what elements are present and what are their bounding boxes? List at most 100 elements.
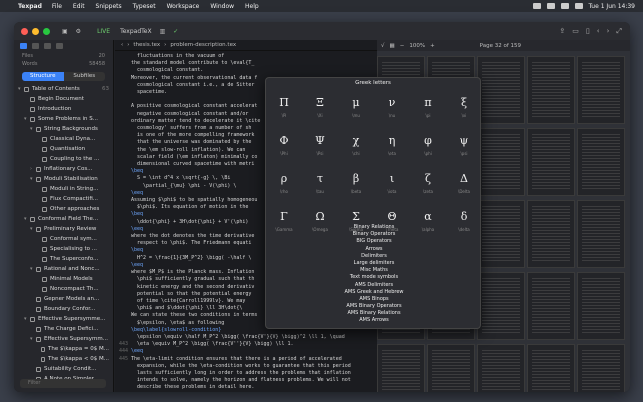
page-thumbnail[interactable]	[577, 128, 625, 196]
outline-item[interactable]: The $\kappa < 0$ M...	[18, 354, 113, 364]
greek-symbol-cell[interactable]: ζ \zeta	[410, 164, 446, 202]
outline-item[interactable]: Begin Document	[18, 94, 113, 104]
sidebar-toggle-icon[interactable]: ▣	[62, 28, 68, 35]
page-thumbnail[interactable]	[527, 272, 575, 340]
greek-symbol-cell[interactable]: Π \Pi	[266, 88, 302, 126]
outline-item[interactable]: Classical Dyna...	[18, 134, 113, 144]
page-thumbnail[interactable]	[527, 200, 575, 268]
settings-icon[interactable]: ⚙	[76, 28, 81, 35]
greek-symbol-cell[interactable]: ρ \rho	[266, 164, 302, 202]
page-thumbnail[interactable]	[477, 272, 525, 340]
back-icon[interactable]: ‹	[597, 27, 600, 36]
page-thumbnail[interactable]	[577, 200, 625, 268]
symbol-category-item[interactable]: Binary Operators	[266, 231, 482, 238]
symbol-category-item[interactable]: AMS Binary Relations	[266, 310, 482, 317]
outline-item[interactable]: Noncompact Th...	[18, 284, 113, 294]
outline-item[interactable]: ▾ Moduli Stabilisation	[18, 174, 113, 184]
page-thumbnail[interactable]	[427, 344, 475, 392]
breadcrumb-root[interactable]: thesis.tex	[133, 42, 160, 48]
page-thumbnail[interactable]	[527, 128, 575, 196]
search-icon[interactable]	[574, 3, 583, 9]
menu-file[interactable]: File	[52, 3, 62, 10]
outline-item[interactable]: ▾ Rational and Nonc...	[18, 264, 113, 274]
page-thumbnail[interactable]	[577, 272, 625, 340]
symbol-category-item[interactable]: AMS Arrows	[266, 317, 482, 324]
outline-item[interactable]: Other approaches	[18, 204, 113, 214]
outline-item[interactable]: ▾ String Backgrounds	[18, 124, 113, 134]
outline-item[interactable]: ▾ Some Problems in S...	[18, 114, 113, 124]
bookmark-icon[interactable]	[44, 43, 51, 49]
greek-symbol-cell[interactable]: τ \tau	[302, 164, 338, 202]
greek-symbol-cell[interactable]: β \beta	[338, 164, 374, 202]
menu-help[interactable]: Help	[245, 3, 259, 10]
outline-item[interactable]: Suitability Condit...	[18, 364, 113, 374]
outline-item[interactable]: Quantisation	[18, 144, 113, 154]
forward-icon[interactable]: ›	[127, 42, 129, 48]
split-icon[interactable]: ▯	[586, 27, 590, 36]
symbol-category-item[interactable]: AMS Binary Operators	[266, 303, 482, 310]
outline-item[interactable]: The $\kappa = 0$ M...	[18, 344, 113, 354]
page-thumbnail[interactable]	[527, 344, 575, 392]
symbol-category-item[interactable]: Large delimiters	[266, 260, 482, 267]
menu-snippets[interactable]: Snippets	[96, 3, 122, 10]
outline-item[interactable]: Boundary Confor...	[18, 304, 113, 314]
greek-symbol-cell[interactable]: ν \nu	[374, 88, 410, 126]
menu-workspace[interactable]: Workspace	[167, 3, 200, 10]
symbol-category-item[interactable]: Misc Maths	[266, 267, 482, 274]
layout-icon[interactable]: ▭	[572, 27, 579, 36]
expand-icon[interactable]: ⤢	[616, 27, 622, 36]
sqrt-icon[interactable]: √	[381, 43, 385, 49]
greek-symbol-cell[interactable]: Ψ \Psi	[302, 126, 338, 164]
greek-symbol-cell[interactable]: φ \phi	[410, 126, 446, 164]
outline-item[interactable]: Moduli in String...	[18, 184, 113, 194]
symbol-category-item[interactable]: BIG Operators	[266, 238, 482, 245]
minimize-button[interactable]	[32, 27, 39, 35]
page-thumbnail[interactable]	[527, 56, 575, 124]
page-thumbnail[interactable]	[477, 56, 525, 124]
back-icon[interactable]: ‹	[121, 42, 123, 48]
greek-symbol-cell[interactable]: η \eta	[374, 126, 410, 164]
outline-item[interactable]: Specialising to ...	[18, 244, 113, 254]
outline-item[interactable]: The Superconfo...	[18, 254, 113, 264]
share-icon[interactable]: ⇪	[559, 27, 565, 36]
outline-item[interactable]: Introduction	[18, 104, 113, 114]
subfiles-tab[interactable]: Subfiles	[64, 72, 106, 81]
outline-item[interactable]: Conformal sym...	[18, 234, 113, 244]
menu-typeset[interactable]: Typeset	[133, 3, 156, 10]
menu-window[interactable]: Window	[210, 3, 234, 10]
symbol-category-item[interactable]: Arrows	[266, 246, 482, 253]
live-indicator[interactable]: LIVE	[97, 28, 110, 35]
zoom-button[interactable]	[43, 27, 50, 35]
app-menu[interactable]: Texpad	[18, 3, 42, 10]
zoom-level[interactable]: 100%	[409, 43, 425, 49]
symbol-category-item[interactable]: AMS Greek and Hebrew	[266, 289, 482, 296]
greek-symbol-cell[interactable]: μ \mu	[338, 88, 374, 126]
outline-item[interactable]: Gepner Models an...	[18, 294, 113, 304]
zoom-in-icon[interactable]: +	[430, 43, 435, 49]
greek-symbol-cell[interactable]: χ \chi	[338, 126, 374, 164]
folder-icon[interactable]	[32, 43, 39, 49]
warning-icon[interactable]	[56, 43, 63, 49]
typeset-icon[interactable]: ▥	[160, 28, 166, 35]
symbol-category-item[interactable]: AMS Binops	[266, 296, 482, 303]
filter-input[interactable]: Filter	[20, 379, 106, 388]
greek-symbol-cell[interactable]: Φ \Phi	[266, 126, 302, 164]
greek-symbol-cell[interactable]: Ξ \Xi	[302, 88, 338, 126]
typesetter-name[interactable]: TexpadTeX	[120, 28, 152, 35]
page-thumbnail[interactable]	[577, 56, 625, 124]
outline-item[interactable]: ▾ Effective Supersymme...	[18, 314, 113, 324]
outline-item[interactable]: The Charge Defici...	[18, 324, 113, 334]
outline-item[interactable]: ▾ Preliminary Review	[18, 224, 113, 234]
outline-item[interactable]: › Inflationary Cos...	[18, 164, 113, 174]
greek-symbol-cell[interactable]: ξ \xi	[446, 88, 482, 126]
page-thumbnail[interactable]	[377, 344, 425, 392]
outline-item[interactable]: Flux Compactifi...	[18, 194, 113, 204]
menubar-clock[interactable]: Tue 1 Jun 14:39	[589, 3, 635, 10]
battery-icon[interactable]	[560, 3, 569, 9]
forward-icon[interactable]: ›	[607, 27, 610, 36]
structure-tab[interactable]: Structure	[22, 72, 64, 81]
symbol-category-item[interactable]: AMS Delimiters	[266, 282, 482, 289]
dropbox-icon[interactable]	[532, 3, 541, 9]
outline-item[interactable]: ▾ Effective Supersymm...	[18, 334, 113, 344]
outline-item[interactable]: ▾ Conformal Field The...	[18, 214, 113, 224]
